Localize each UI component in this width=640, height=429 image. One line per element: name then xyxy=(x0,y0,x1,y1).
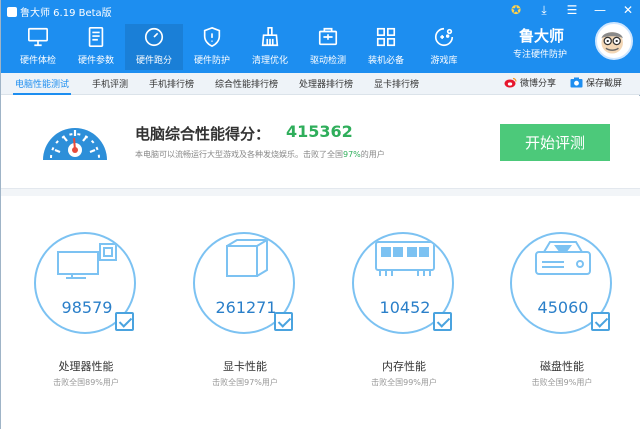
active-tab-underline xyxy=(13,93,71,95)
tab-overall-ranking[interactable]: 综合性能排行榜 xyxy=(215,77,278,90)
apps-grid-icon xyxy=(376,27,396,47)
memory-label: 内存性能 xyxy=(382,360,426,373)
camera-icon xyxy=(570,77,583,88)
driver-icon xyxy=(318,27,338,46)
tab-cpu-ranking[interactable]: 处理器排行榜 xyxy=(299,77,353,90)
brand-name: 鲁大师 xyxy=(519,27,565,45)
checkbox[interactable] xyxy=(115,312,134,331)
toolbar-item-benchmark[interactable]: 硬件跑分 xyxy=(125,24,183,70)
toolbar-item-essentials[interactable]: 装机必备 xyxy=(357,24,415,70)
gamepad-icon xyxy=(434,27,454,47)
toolbar-item-cleanup[interactable]: 清理优化 xyxy=(241,24,299,70)
minimize-icon[interactable]: — xyxy=(593,2,607,18)
toolbar-item-label: 清理优化 xyxy=(251,56,288,66)
score-title: 电脑综合性能得分： xyxy=(135,125,271,143)
brand-slogan: 专注硬件防护 xyxy=(513,50,568,60)
weibo-share-label: 微博分享 xyxy=(520,79,557,89)
speed-gauge-icon xyxy=(43,128,107,160)
card-memory[interactable]: 10452 内存性能 击败全国99%用户 xyxy=(349,232,459,412)
start-benchmark-button[interactable]: 开始评测 xyxy=(500,124,610,161)
cpu-monitor-icon xyxy=(57,243,117,279)
save-screenshot-button[interactable]: 保存截屏 xyxy=(570,76,622,89)
card-disk[interactable]: 45060 磁盘性能 击败全国9%用户 xyxy=(507,232,617,412)
shield-icon xyxy=(203,26,221,48)
cpu-label: 处理器性能 xyxy=(58,360,114,373)
toolbar-item-protection[interactable]: 硬件防护 xyxy=(183,24,241,70)
speedometer-icon xyxy=(144,27,164,47)
toolbar-item-games[interactable]: 游戏库 xyxy=(415,24,473,70)
toolbar-item-drivers[interactable]: 驱动检测 xyxy=(299,24,357,70)
menu-icon[interactable]: ☰ xyxy=(565,2,579,18)
section-divider xyxy=(1,188,640,196)
toolbar-item-label: 硬件跑分 xyxy=(135,56,172,66)
gpu-rank-text: 击败全国97%用户 xyxy=(212,378,278,387)
close-icon[interactable]: ✕ xyxy=(621,2,635,18)
top-bar: 鲁大师 6.19 Beta版 ✪ ⤓ ☰ — ✕ 硬件体检 硬件参数 硬件跑分 xyxy=(1,0,640,73)
score-desc-percent: 97% xyxy=(343,150,361,159)
medal-icon[interactable]: ✪ xyxy=(509,2,523,18)
card-cpu[interactable]: 98579 处理器性能 击败全国89%用户 xyxy=(31,232,141,412)
toolbar-item-label: 驱动检测 xyxy=(309,56,346,66)
save-screenshot-label: 保存截屏 xyxy=(586,79,623,89)
tab-gpu-ranking[interactable]: 显卡排行榜 xyxy=(374,77,419,90)
app-window: 鲁大师 6.19 Beta版 ✪ ⤓ ☰ — ✕ 硬件体检 硬件参数 硬件跑分 xyxy=(0,0,640,429)
brand-area[interactable]: 鲁大师 专注硬件防护 xyxy=(483,22,633,68)
overall-score-value: 415362 xyxy=(286,122,353,141)
disk-drive-icon xyxy=(535,241,591,275)
tab-phone-review[interactable]: 手机评测 xyxy=(92,77,128,90)
monitor-icon xyxy=(28,27,48,47)
toolbar-item-label: 硬件防护 xyxy=(193,56,230,66)
download-icon[interactable]: ⤓ xyxy=(537,2,551,18)
overall-score-panel: 电脑综合性能得分： 415362 本电脑可以流畅运行大型游戏及各种发烧娱乐。击败… xyxy=(1,96,640,188)
avatar[interactable] xyxy=(595,22,633,60)
sub-tab-bar: 电脑性能测试 手机评测 手机排行榜 综合性能排行榜 处理器排行榜 显卡排行榜 微… xyxy=(1,73,640,95)
checkbox[interactable] xyxy=(433,312,452,331)
toolbar-item-label: 硬件参数 xyxy=(77,56,114,66)
cpu-rank-text: 击败全国89%用户 xyxy=(53,378,119,387)
memory-chip-icon xyxy=(375,241,435,276)
broom-icon xyxy=(261,27,279,47)
score-desc-text: 本电脑可以流畅运行大型游戏及各种发烧娱乐。击败了全国 xyxy=(135,150,343,159)
tab-pc-benchmark[interactable]: 电脑性能测试 xyxy=(15,77,69,90)
component-cards: 98579 处理器性能 击败全国89%用户 261271 显卡性能 击败全国97… xyxy=(1,196,640,429)
score-description: 本电脑可以流畅运行大型游戏及各种发烧娱乐。击败了全国97%的用户 xyxy=(135,149,385,160)
gpu-label: 显卡性能 xyxy=(223,360,267,373)
toolbar-item-label: 硬件体检 xyxy=(19,56,56,66)
toolbar-item-label: 装机必备 xyxy=(367,56,404,66)
window-title-text: 鲁大师 6.19 Beta版 xyxy=(20,8,112,19)
graphics-cube-icon xyxy=(226,239,271,277)
memory-rank-text: 击败全国99%用户 xyxy=(371,378,437,387)
mascot-face-icon xyxy=(601,32,623,54)
toolbar-item-hardware-params[interactable]: 硬件参数 xyxy=(67,24,125,70)
score-desc-suffix: 的用户 xyxy=(360,150,385,159)
document-icon xyxy=(88,27,104,47)
window-controls: ✪ ⤓ ☰ — ✕ xyxy=(509,2,635,18)
disk-label: 磁盘性能 xyxy=(540,360,584,373)
window-title: 鲁大师 6.19 Beta版 xyxy=(7,4,112,19)
toolbar-item-hardware-check[interactable]: 硬件体检 xyxy=(9,24,67,70)
checkbox[interactable] xyxy=(591,312,610,331)
main-toolbar: 硬件体检 硬件参数 硬件跑分 硬件防护 清理优化 驱动检测 装机必备 游戏库 xyxy=(9,24,473,70)
card-gpu[interactable]: 261271 显卡性能 击败全国97%用户 xyxy=(190,232,300,412)
disk-rank-text: 击败全国9%用户 xyxy=(531,378,593,387)
weibo-icon xyxy=(504,77,517,88)
toolbar-item-label: 游戏库 xyxy=(430,56,458,66)
checkbox[interactable] xyxy=(274,312,293,331)
app-logo-icon xyxy=(7,7,17,17)
weibo-share-button[interactable]: 微博分享 xyxy=(504,76,556,89)
tab-phone-ranking[interactable]: 手机排行榜 xyxy=(149,77,194,90)
